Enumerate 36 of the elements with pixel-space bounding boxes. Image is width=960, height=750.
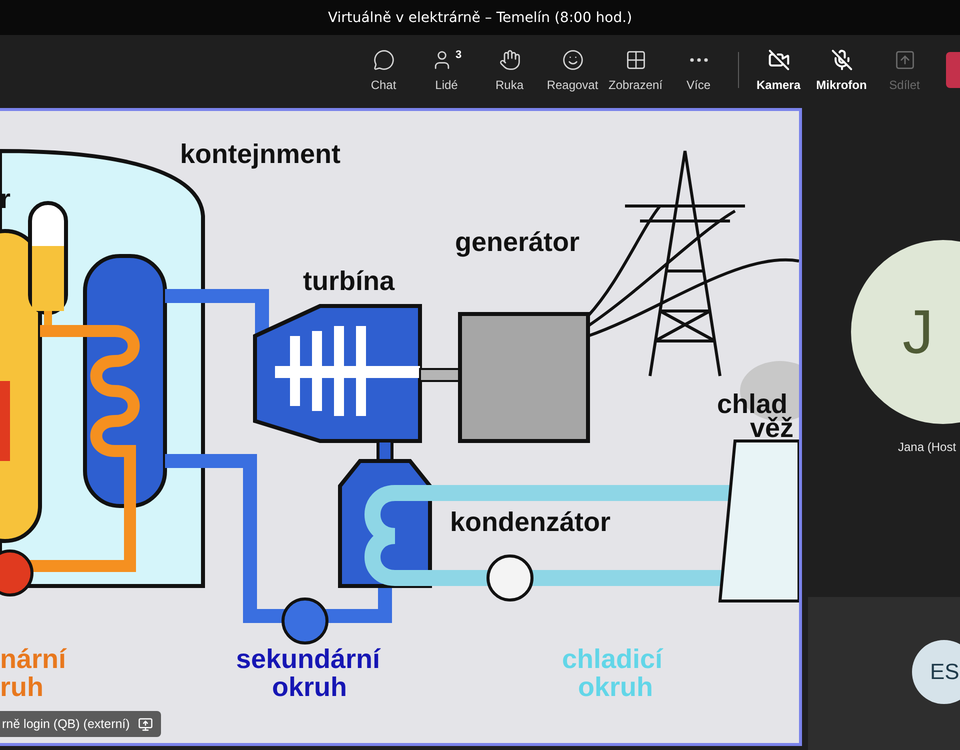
diagram-label: ruh (0, 674, 44, 701)
microphone-icon (830, 48, 852, 70)
diagram-label: generátor (455, 229, 580, 256)
view-button[interactable]: Zobrazení (604, 40, 667, 100)
avatar: J (851, 240, 960, 424)
diagram-label: r (0, 186, 11, 213)
react-button[interactable]: Reagovat (541, 40, 604, 100)
diagram-label: chlad (717, 391, 788, 418)
chat-icon (372, 48, 394, 70)
people-button[interactable]: 3 Lidé (415, 40, 478, 100)
hand-icon (498, 48, 520, 70)
diagram-label: turbína (303, 268, 394, 295)
smiley-icon (562, 48, 584, 70)
diagram-label: chladicí (562, 646, 663, 673)
share-icon (894, 48, 916, 70)
grid-icon (624, 48, 646, 70)
diagram-label: kondenzátor (450, 509, 611, 536)
avatar: ES (912, 640, 960, 704)
screen-share-icon (138, 716, 153, 732)
diagram-label: věž (750, 415, 794, 442)
camera-button[interactable]: Kamera (747, 40, 810, 100)
mic-button[interactable]: Mikrofon (810, 40, 873, 100)
diagram-label: kontejnment (180, 141, 341, 168)
camera-icon (768, 48, 790, 70)
diagram-label: okruh (272, 674, 348, 701)
diagram-label: nární (0, 646, 66, 673)
people-count: 3 (455, 48, 462, 60)
hand-button[interactable]: Ruka (478, 40, 541, 100)
presenter-name: rně login (QB) (externí) (2, 717, 130, 731)
chat-button[interactable]: Chat (352, 40, 415, 100)
more-icon (690, 58, 708, 62)
diagram-label: sekundární (236, 646, 380, 673)
participant-name: Jana (Host (898, 440, 956, 454)
window-title: Virtuálně v elektrárně – Temelín (8:00 hod.) (328, 10, 632, 26)
more-button[interactable]: Více (667, 40, 730, 100)
diagram-label: okruh (578, 674, 654, 701)
